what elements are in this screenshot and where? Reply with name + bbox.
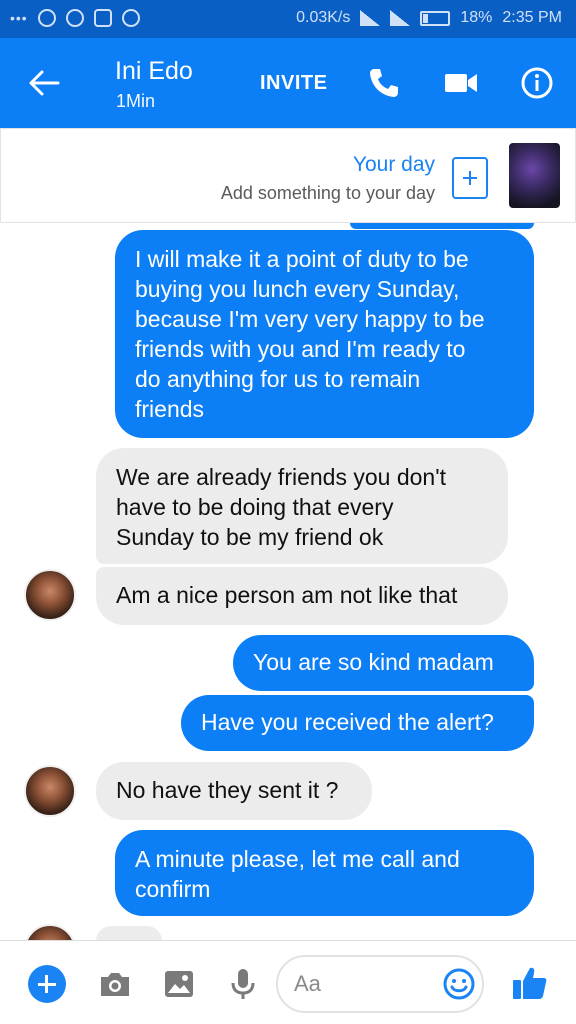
message-line: I will make it a point of duty to be [135, 246, 469, 272]
contact-avatar[interactable] [24, 569, 76, 621]
message-line: do anything for us to remain [135, 366, 421, 392]
whatsapp-icon [65, 9, 84, 27]
message-line: We are already friends you don't [116, 464, 446, 490]
message-line: friends with you and I'm ready to [135, 336, 466, 362]
back-arrow-icon[interactable] [28, 68, 60, 98]
composer-bar [0, 940, 576, 1024]
previous-message-peek [350, 223, 534, 229]
message-outgoing[interactable]: A minute please, let me call and confirm [115, 830, 534, 916]
your-day-title: Your day [352, 153, 435, 176]
message-input-wrapper [276, 955, 484, 1013]
your-day-subtitle: Add something to your day [220, 183, 435, 203]
typing-bubble-peek [96, 926, 162, 940]
message-outgoing[interactable]: Have you received the alert? [181, 695, 534, 751]
message-line: Sunday to be my friend ok [116, 524, 384, 550]
image-icon [93, 9, 112, 27]
story-thumbnail[interactable] [509, 143, 560, 208]
network-speed: 0.03K/s [296, 9, 351, 26]
message-line: Have you received the alert? [201, 709, 494, 735]
message-incoming[interactable]: We are already friends you don't have to… [96, 448, 508, 564]
message-line: confirm [135, 876, 211, 902]
more-dots-icon: ••• [10, 10, 28, 26]
microphone-icon[interactable] [226, 967, 260, 1001]
message-line: Am a nice person am not like that [116, 582, 458, 608]
battery-icon [420, 10, 451, 26]
chat-thread: I will make it a point of duty to be buy… [0, 223, 576, 940]
message-outgoing[interactable]: You are so kind madam [233, 635, 534, 691]
status-left-icons: ••• [10, 9, 140, 27]
signal-icon [360, 10, 381, 26]
message-incoming[interactable]: No have they sent it ? [96, 762, 372, 820]
message-line: because I'm very very happy to be [135, 306, 485, 332]
contact-active-status: 1Min [116, 91, 156, 111]
person-icon [37, 9, 56, 27]
message-input[interactable] [294, 969, 434, 999]
message-line: buying you lunch every Sunday, [135, 276, 460, 302]
your-day-banner[interactable]: Your day Add something to your day [0, 128, 576, 223]
message-incoming[interactable]: Am a nice person am not like that [96, 567, 508, 625]
app-bar: Ini Edo 1Min INVITE [0, 38, 576, 128]
phone-icon[interactable] [367, 66, 401, 100]
contact-avatar[interactable] [24, 765, 76, 817]
contact-name[interactable]: Ini Edo [115, 57, 193, 86]
message-line: A minute please, let me call and [135, 846, 460, 872]
video-camera-icon[interactable] [444, 66, 478, 100]
camera-icon[interactable] [98, 967, 132, 1001]
message-line: No have they sent it ? [116, 777, 339, 803]
gallery-icon[interactable] [162, 967, 196, 1001]
emoji-icon[interactable] [442, 967, 476, 1001]
contact-avatar[interactable] [24, 924, 76, 940]
message-line: have to be doing that every [116, 494, 394, 520]
thumbs-up-icon[interactable] [510, 963, 550, 1003]
status-bar: ••• 0.03K/s 18% 2:35 PM [0, 0, 576, 38]
message-outgoing[interactable]: I will make it a point of duty to be buy… [115, 230, 534, 438]
signal-icon-2 [390, 10, 411, 26]
add-story-icon[interactable] [452, 157, 488, 199]
message-line: You are so kind madam [253, 649, 494, 675]
message-line: friends [135, 396, 205, 422]
app-icon [121, 9, 140, 27]
status-right: 0.03K/s 18% 2:35 PM [296, 9, 562, 27]
plus-icon[interactable] [28, 965, 66, 1003]
info-icon[interactable] [520, 66, 554, 100]
battery-percent: 18% [460, 9, 493, 26]
clock: 2:35 PM [502, 9, 562, 26]
invite-button[interactable]: INVITE [260, 72, 327, 95]
